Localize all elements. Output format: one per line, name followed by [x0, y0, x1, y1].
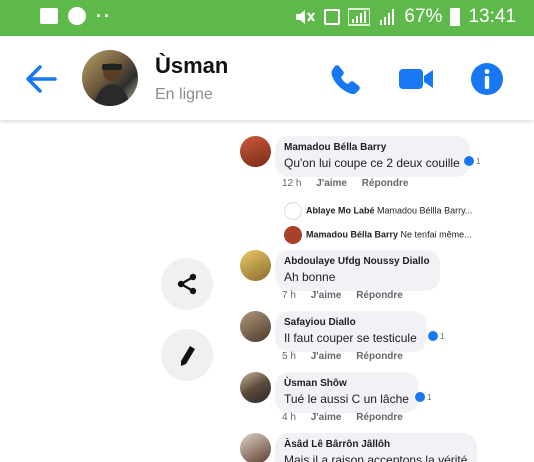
comment-author: Safayiou Diallo: [284, 317, 356, 328]
share-icon: [177, 273, 197, 295]
reply-link[interactable]: Répondre: [356, 412, 403, 423]
battery-percent: 67%: [404, 6, 443, 27]
like-link[interactable]: J'aime: [311, 290, 342, 301]
comment-text: Qu'on lui coupe ce 2 deux couille: [284, 156, 460, 170]
contact-avatar[interactable]: [82, 50, 138, 106]
comment-author: Àsâd Lê Bârrôn Jâllôh: [284, 439, 391, 450]
mute-icon: [296, 10, 316, 24]
replier-avatar: [284, 226, 302, 244]
comment-bubble: Mamadou Bélla Barry Qu'on lui coupe ce 2…: [275, 136, 470, 177]
comment-bubble: Ùsman Shôw Tué le aussi C un lâche: [275, 372, 419, 413]
back-arrow-icon[interactable]: [24, 62, 58, 96]
comment-meta: 12 h J'aime Répondre: [282, 178, 408, 189]
message-notification-icon: [68, 7, 86, 25]
comment-time: 4 h: [282, 412, 296, 423]
reply-preview[interactable]: Ablaye Mo Labé Mamadou Béllla Barry...: [284, 202, 472, 220]
reply-author: Ablaye Mo Labé: [306, 205, 375, 216]
reply-preview-text: Mamadou Béllla Barry...: [377, 205, 473, 216]
comment-meta: 7 h J'aime Répondre: [282, 290, 403, 301]
reply-link[interactable]: Répondre: [362, 178, 409, 189]
signal-sim2-icon: [380, 9, 395, 25]
reaction-count: 1: [414, 391, 431, 403]
signal-sim1-icon: [348, 8, 371, 26]
status-bar: ·· 67% 13:41: [0, 0, 534, 36]
comment-author: Ùsman Shôw: [284, 378, 347, 389]
comment-bubble: Safayiou Diallo Il faut couper se testic…: [275, 311, 427, 352]
comment-author: Mamadou Bélla Barry: [284, 142, 387, 153]
info-icon[interactable]: [468, 60, 506, 98]
share-button[interactable]: [161, 258, 213, 310]
commenter-avatar: [240, 311, 271, 342]
reaction-count: 1: [463, 155, 480, 167]
like-link[interactable]: J'aime: [316, 178, 347, 189]
video-call-icon[interactable]: [397, 60, 435, 98]
chat-header: Ùsman En ligne: [0, 36, 534, 120]
reaction-count: 1: [427, 330, 444, 342]
comment-bubble: Àsâd Lê Bârrôn Jâllôh Mais il a raison a…: [275, 433, 478, 462]
like-reaction-icon: [414, 391, 426, 403]
like-reaction-icon: [427, 330, 439, 342]
gallery-notification-icon: [40, 8, 58, 24]
like-link[interactable]: J'aime: [311, 412, 342, 423]
comment-author: Abdoulaye Ufdg Noussy Diallo: [284, 256, 430, 267]
comment-text: Ah bonne: [284, 270, 336, 284]
phone-call-icon[interactable]: [326, 60, 364, 98]
post-top-edge: [240, 120, 486, 122]
comment-time: 5 h: [282, 351, 296, 362]
like-reaction-icon: [463, 155, 475, 167]
chat-area: Mamadou Bélla Barry Qu'on lui coupe ce 2…: [0, 120, 534, 462]
like-link[interactable]: J'aime: [311, 351, 342, 362]
clock: 13:41: [468, 6, 516, 27]
contact-name: Ùsman: [155, 53, 229, 78]
comment-text: Mais il a raison acceptons la vérité: [284, 453, 468, 462]
comment-text: Tué le aussi C un lâche: [284, 392, 409, 406]
comment-text: Il faut couper se testicule: [284, 331, 417, 345]
comment-time: 7 h: [282, 290, 296, 301]
commenter-avatar: [240, 250, 271, 281]
reply-preview-text: Ne tenfai même...: [400, 229, 472, 240]
reply-author: Mamadou Bélla Barry: [306, 229, 399, 240]
reply-link[interactable]: Répondre: [356, 290, 403, 301]
pencil-icon: [181, 346, 195, 366]
more-notifications-icon: ··: [96, 6, 112, 26]
nfc-icon: [324, 9, 341, 25]
edit-button[interactable]: [161, 329, 213, 381]
commenter-avatar: [240, 372, 271, 403]
comment-meta: 4 h J'aime Répondre: [282, 412, 403, 423]
comment-bubble: Abdoulaye Ufdg Noussy Diallo Ah bonne: [275, 250, 440, 291]
battery-icon: [450, 8, 461, 26]
replier-avatar: [284, 202, 302, 220]
comment-time: 12 h: [282, 178, 302, 189]
commenter-avatar: [240, 433, 271, 462]
contact-status: En ligne: [155, 86, 213, 103]
comment-meta: 5 h J'aime Répondre: [282, 351, 403, 362]
reply-preview[interactable]: Mamadou Bélla Barry Ne tenfai même...: [284, 226, 472, 244]
commenter-avatar: [240, 136, 271, 167]
reply-link[interactable]: Répondre: [356, 351, 403, 362]
